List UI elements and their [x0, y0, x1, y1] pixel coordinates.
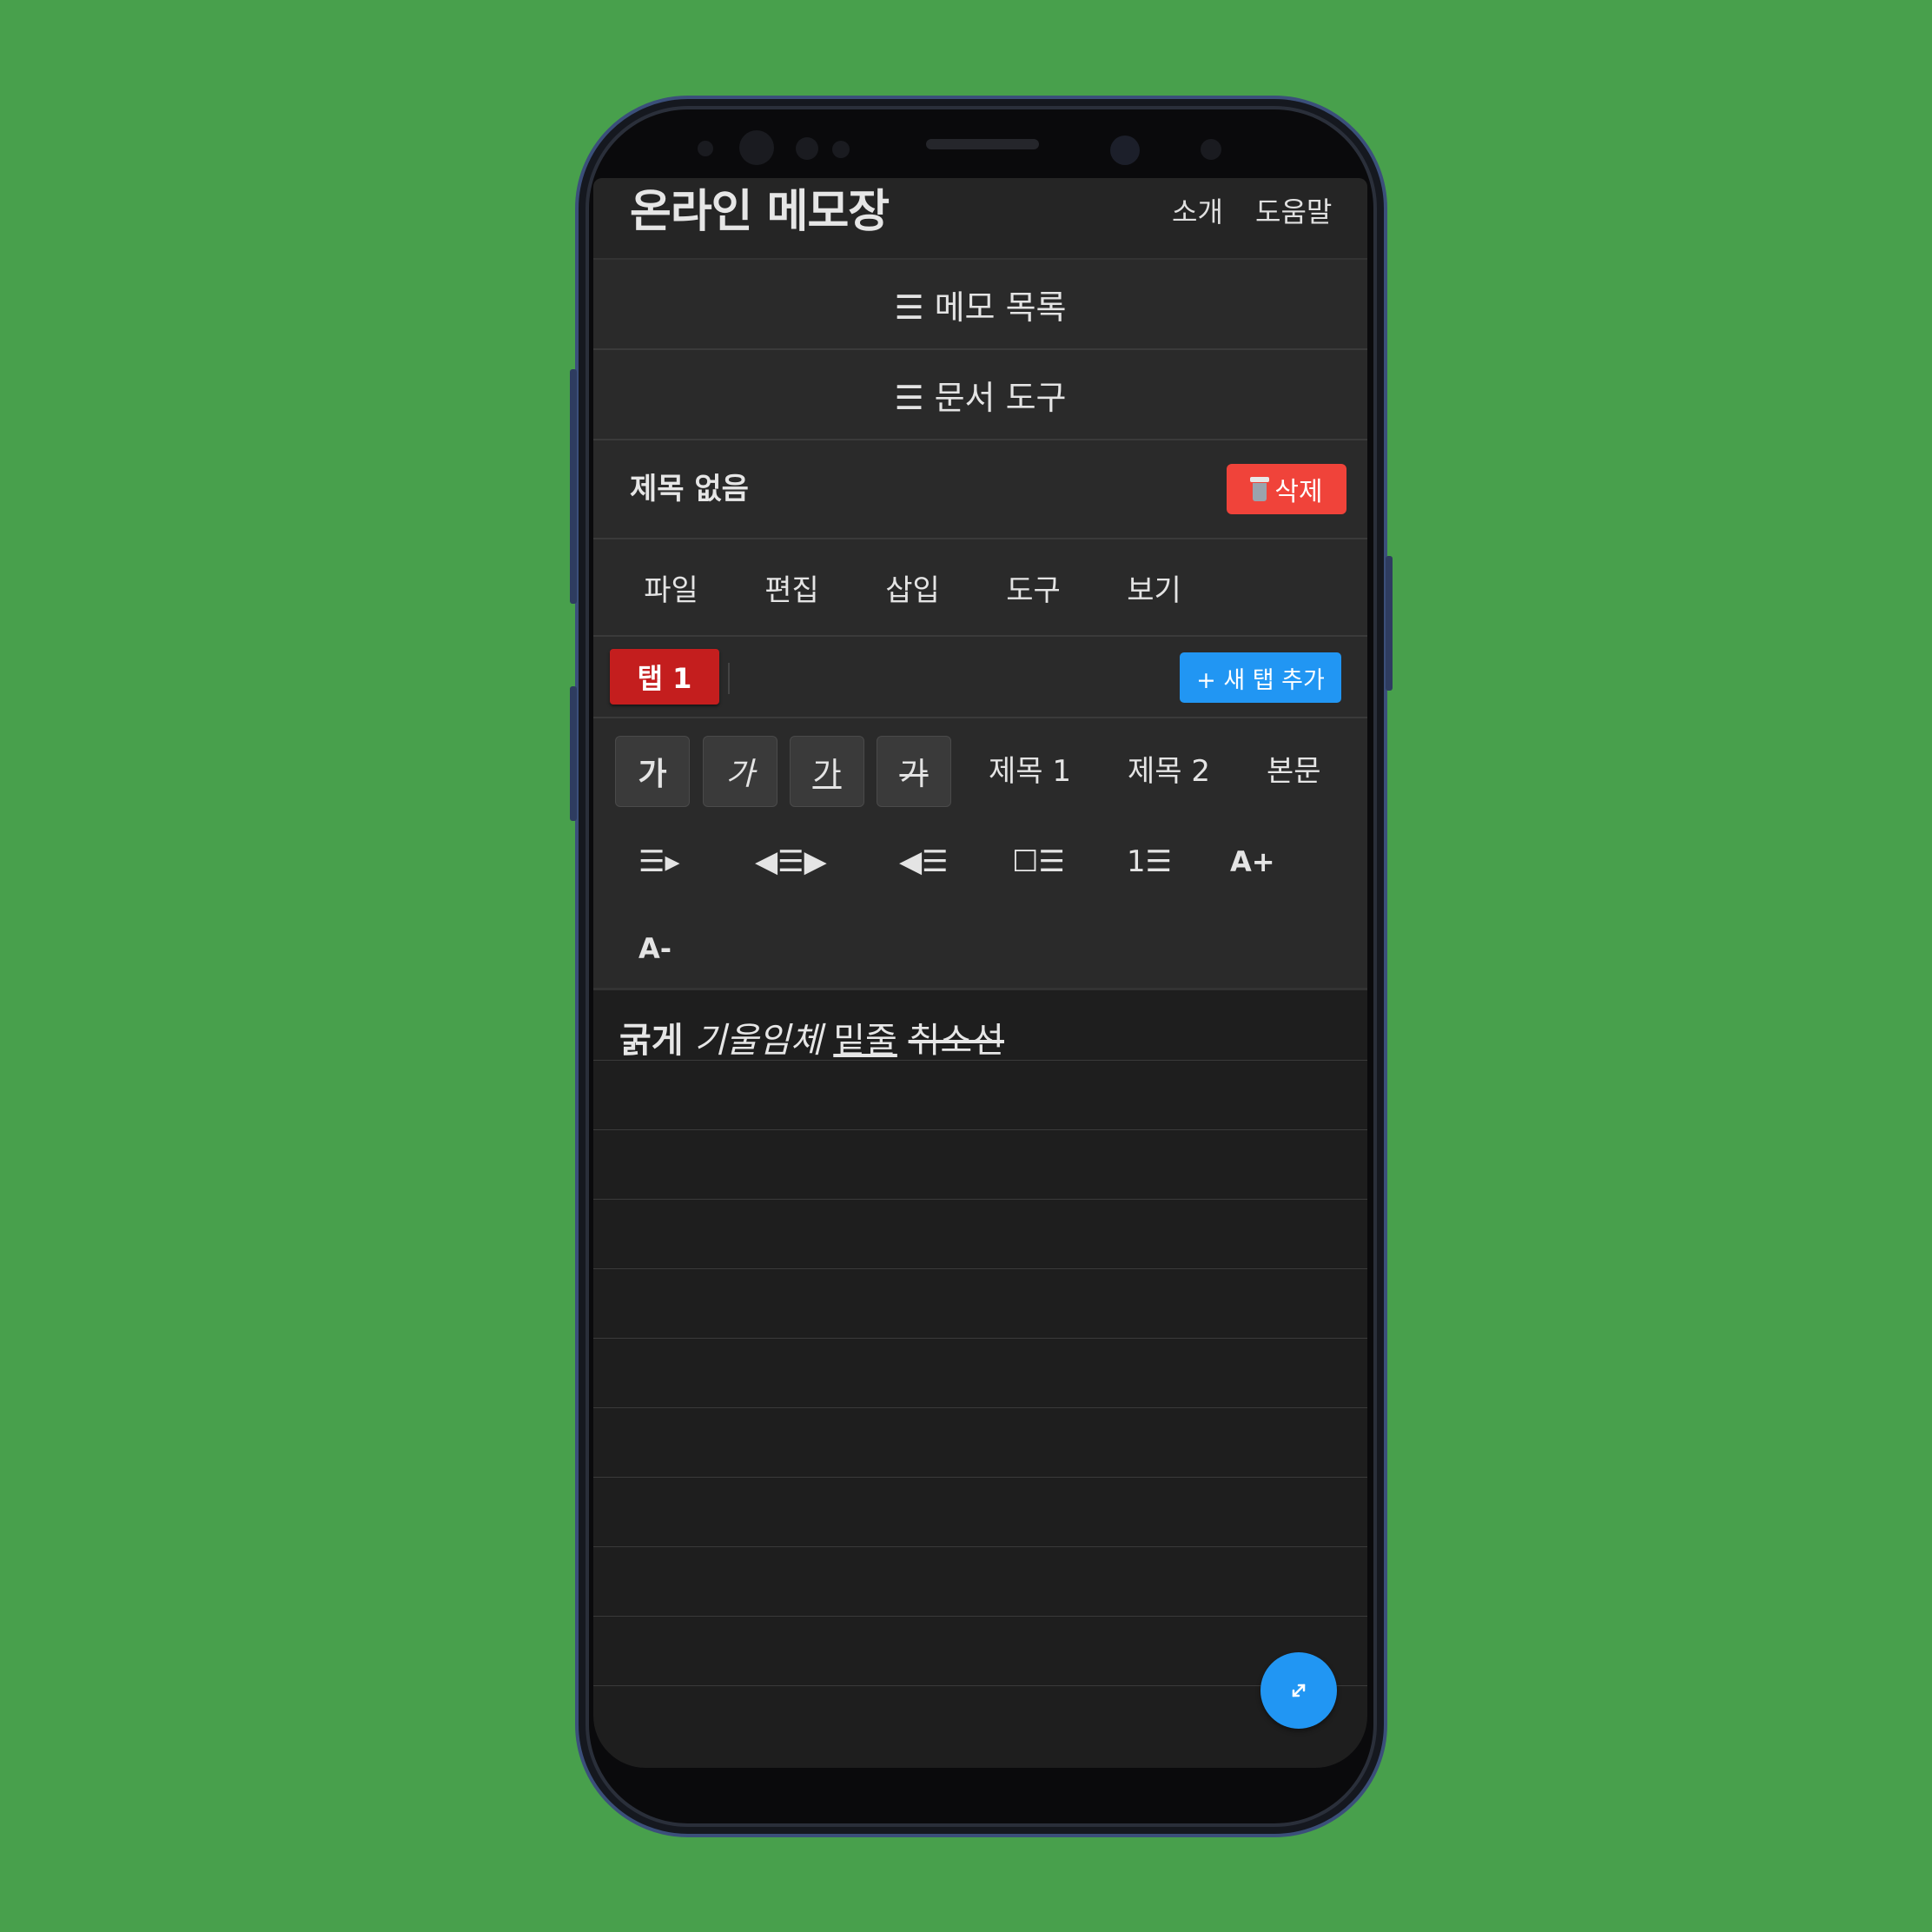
earpiece-speaker — [926, 139, 1039, 149]
memo-list-label: ☰ 메모 목록 — [894, 288, 1067, 327]
bold-label: 가 — [638, 757, 667, 792]
menu-edit[interactable]: 편집 — [731, 566, 852, 609]
doc-tools-label: ☰ 문서 도구 — [894, 378, 1067, 417]
volume-button — [570, 369, 577, 604]
document-title[interactable]: 제목 없음 — [630, 440, 749, 538]
ruled-line — [593, 1477, 1367, 1478]
strikethrough-button[interactable]: 가 — [877, 736, 951, 807]
front-camera — [739, 130, 774, 165]
format-toolbar: 가 가 가 가 제목 1 제목 2 본문 ☰▸ ◀☰▶ ◀☰ ☐☰ 1☰ A+ … — [593, 718, 1367, 990]
italic-label: 가 — [725, 757, 755, 792]
underline-text: 밑줄 — [833, 1021, 897, 1061]
nav-link-help[interactable]: 도움말 — [1255, 190, 1332, 234]
checklist-icon[interactable]: ☐☰ — [1012, 840, 1065, 883]
expand-icon — [1292, 1684, 1306, 1697]
sensor-dot — [1201, 139, 1221, 160]
underline-label: 가 — [812, 757, 842, 792]
sensor-dot — [832, 141, 850, 158]
sensor-dot — [698, 141, 713, 156]
ruled-line — [593, 1199, 1367, 1200]
doc-tools-toggle[interactable]: ☰ 문서 도구 — [593, 350, 1367, 440]
ruled-line — [593, 1268, 1367, 1269]
document-title-bar: 제목 없음 삭제 — [593, 440, 1367, 539]
tab-bar: 탭 1 + 새 탭 추가 — [593, 637, 1367, 718]
tab-1[interactable]: 탭 1 — [610, 649, 719, 705]
app-screen: 온라인 메모장 소개 도움말 ☰ 메모 목록 ☰ 문서 도구 제목 없음 삭제 … — [593, 178, 1367, 1768]
nav-link-about[interactable]: 소개 — [1172, 190, 1223, 234]
menu-view[interactable]: 보기 — [1094, 566, 1214, 609]
heading2-button[interactable]: 제목 2 — [1128, 750, 1210, 793]
menu-bar: 파일 편집 삽입 도구 보기 — [593, 539, 1367, 637]
numbered-list-icon[interactable]: 1☰ — [1127, 840, 1172, 883]
trash-icon — [1250, 477, 1270, 501]
outdent-icon[interactable]: ◀☰ — [899, 840, 949, 883]
strikethrough-label: 가 — [899, 757, 929, 792]
italic-text: 기울임체 — [694, 1021, 823, 1061]
italic-button[interactable]: 가 — [703, 736, 777, 807]
power-button — [1386, 556, 1393, 691]
bold-text: 굵게 — [619, 1021, 684, 1061]
delete-label: 삭제 — [1274, 477, 1323, 507]
indent-icon[interactable]: ☰▸ — [638, 840, 680, 883]
ruled-line — [593, 1685, 1367, 1686]
menu-file[interactable]: 파일 — [611, 566, 731, 609]
body-text-button[interactable]: 본문 — [1267, 750, 1321, 793]
ruled-line — [593, 1338, 1367, 1339]
menu-tools[interactable]: 도구 — [973, 566, 1094, 609]
app-header: 온라인 메모장 소개 도움말 — [593, 178, 1367, 260]
app-title: 온라인 메모장 — [630, 186, 890, 238]
menu-insert[interactable]: 삽입 — [852, 566, 973, 609]
font-size-increase-button[interactable]: A+ — [1230, 840, 1275, 883]
ruled-line — [593, 1546, 1367, 1547]
delete-button[interactable]: 삭제 — [1227, 464, 1346, 514]
bixby-button — [570, 686, 577, 821]
add-tab-button[interactable]: + 새 탭 추가 — [1180, 652, 1341, 703]
sensor-dot — [796, 137, 818, 160]
editor-area[interactable]: 굵게 기울임체 밑줄 취소선 — [593, 990, 1367, 1759]
editor-content[interactable]: 굵게 기울임체 밑줄 취소선 — [619, 1015, 1004, 1067]
bold-button[interactable]: 가 — [615, 736, 690, 807]
fullscreen-toggle-button[interactable] — [1260, 1652, 1337, 1729]
tab-divider — [728, 663, 730, 694]
strikethrough-text: 취소선 — [908, 1021, 1004, 1061]
memo-list-toggle[interactable]: ☰ 메모 목록 — [593, 260, 1367, 350]
underline-button[interactable]: 가 — [790, 736, 864, 807]
align-center-icon[interactable]: ◀☰▶ — [755, 840, 827, 883]
ruled-line — [593, 1616, 1367, 1617]
camera-lens — [1110, 136, 1140, 165]
font-size-decrease-button[interactable]: A- — [638, 927, 672, 970]
ruled-line — [593, 1407, 1367, 1408]
ruled-line — [593, 1129, 1367, 1130]
heading1-button[interactable]: 제목 1 — [989, 750, 1071, 793]
